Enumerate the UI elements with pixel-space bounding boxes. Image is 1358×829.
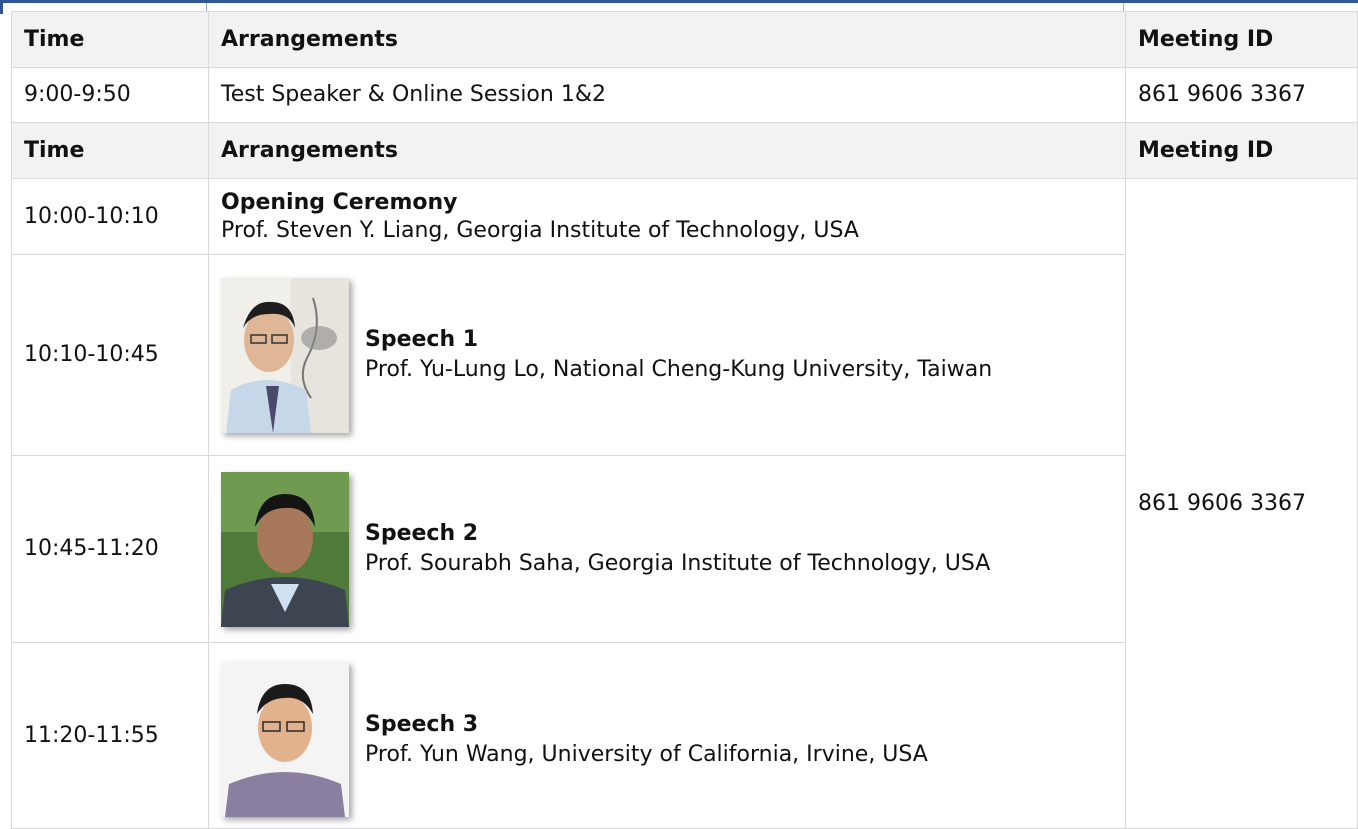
header-meeting-id: Meeting ID	[1125, 122, 1358, 179]
arrangement-cell: Speech 2 Prof. Sourabh Saha, Georgia Ins…	[208, 455, 1126, 643]
schedule-table: Time Arrangements Meeting ID 9:00-9:50 T…	[11, 11, 1358, 829]
frame-tick	[1123, 3, 1124, 11]
speaker-text: Prof. Yu-Lung Lo, National Cheng-Kung Un…	[365, 357, 993, 382]
header-meeting-id: Meeting ID	[1125, 11, 1358, 68]
speaker-photo	[221, 662, 349, 817]
meeting-id-cell: 861 9606 3367	[1125, 178, 1358, 829]
frame-tick	[206, 3, 207, 11]
header-row: Time Arrangements Meeting ID	[11, 11, 1358, 68]
arrangement-cell: Speech 1 Prof. Yu-Lung Lo, National Chen…	[208, 254, 1126, 456]
arrangement-cell: Speech 3 Prof. Yun Wang, University of C…	[208, 642, 1126, 829]
session-title: Speech 2	[365, 521, 479, 546]
header-time: Time	[11, 11, 209, 68]
session-title: Speech 3	[365, 711, 479, 737]
frame-left-border	[0, 0, 3, 14]
time-cell: 10:45-11:20	[11, 455, 209, 643]
session-title: Opening Ceremony	[221, 189, 458, 215]
header-arrangements: Arrangements	[208, 11, 1126, 68]
time-cell: 9:00-9:50	[11, 67, 209, 123]
arrangement-cell: Opening Ceremony Prof. Steven Y. Liang, …	[208, 178, 1126, 255]
header-time: Time	[11, 122, 209, 179]
time-cell: 11:20-11:55	[11, 642, 209, 829]
speaker-text: Prof. Sourabh Saha, Georgia Institute of…	[365, 551, 991, 576]
table-row: 10:00-10:10 Opening Ceremony Prof. Steve…	[11, 178, 1358, 829]
frame-top-border	[0, 0, 1358, 3]
speaker-photo	[221, 471, 349, 627]
table-row: 9:00-9:50 Test Speaker & Online Session …	[11, 67, 1358, 123]
speaker-text: Prof. Steven Y. Liang, Georgia Institute…	[221, 217, 859, 243]
speaker-text: Prof. Yun Wang, University of California…	[365, 741, 928, 767]
header-row: Time Arrangements Meeting ID	[11, 122, 1358, 179]
time-cell: 10:00-10:10	[11, 178, 209, 255]
speaker-photo	[221, 277, 349, 433]
header-arrangements: Arrangements	[208, 122, 1126, 179]
meeting-id-cell: 861 9606 3367	[1125, 67, 1358, 123]
arrangement-cell: Test Speaker & Online Session 1&2	[208, 67, 1126, 123]
session-title: Speech 1	[365, 327, 479, 352]
time-cell: 10:10-10:45	[11, 254, 209, 456]
